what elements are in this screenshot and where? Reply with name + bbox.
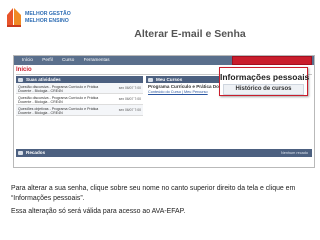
activities-header: Suas atividades (16, 76, 143, 83)
user-menu-popup: Informações pessoais Histórico de cursos (219, 67, 309, 96)
logo-line-1: MELHOR GESTÃO (25, 11, 71, 17)
nav-item-inicio[interactable]: Início (22, 57, 33, 62)
activity-date: sex 06/07 7:00 (118, 86, 141, 90)
nav-item-curso[interactable]: Curso (62, 57, 74, 62)
list-item[interactable]: Questão discursiva - Programa Currículo … (16, 94, 143, 105)
recados-header: Recados Nenhum recado (16, 149, 312, 157)
activity-date: sex 06/07 7:00 (118, 108, 141, 112)
activities-icon (18, 77, 23, 82)
instruction-text: Para alterar a sua senha, clique sobre s… (11, 185, 296, 202)
courses-icon (148, 77, 153, 82)
activity-text: Questão discursiva - Programa Currículo … (18, 95, 99, 104)
nav-item-perfil[interactable]: Perfil (42, 57, 52, 62)
activity-text: Questões objetivas - Programa Currículo … (18, 106, 99, 115)
menu-item-informacoes-pessoais[interactable]: Informações pessoais (220, 70, 309, 84)
nav-item-ferramentas[interactable]: Ferramentas (84, 57, 110, 62)
logo-text: MELHOR GESTÃO MELHOR ENSINO (25, 11, 71, 25)
logo-icon (7, 8, 21, 27)
list-item[interactable]: Questão discursiva - Programa Currículo … (16, 83, 143, 94)
slide-title: Alterar E-mail e Senha (134, 28, 246, 40)
list-item[interactable]: Questões objetivas - Programa Currículo … (16, 105, 143, 116)
courses-header: Meu Cursos (146, 76, 226, 83)
activities-title: Suas atividades (26, 77, 61, 82)
courses-title: Meu Cursos (156, 77, 183, 82)
recados-title: Recados (26, 150, 46, 155)
top-nav: Início Perfil Curso Ferramentas (22, 57, 118, 62)
activity-date: sex 06/07 7:00 (118, 97, 141, 101)
recados-link[interactable]: Nenhum recado (281, 149, 308, 157)
instruction-note: Essa alteração só será válida para acess… (11, 208, 186, 215)
menu-item-historico-cursos[interactable]: Histórico de cursos (223, 84, 304, 95)
activities-list: Questão discursiva - Programa Currículo … (16, 83, 143, 116)
user-name-button[interactable] (232, 56, 312, 65)
activity-text: Questão discursiva - Programa Currículo … (18, 84, 99, 93)
logo-line-2: MELHOR ENSINO (25, 18, 69, 24)
course-link[interactable]: Conteúdo do Curso | Meu Percurso (148, 90, 208, 94)
recados-icon (18, 151, 23, 155)
breadcrumb: Início (16, 67, 32, 73)
